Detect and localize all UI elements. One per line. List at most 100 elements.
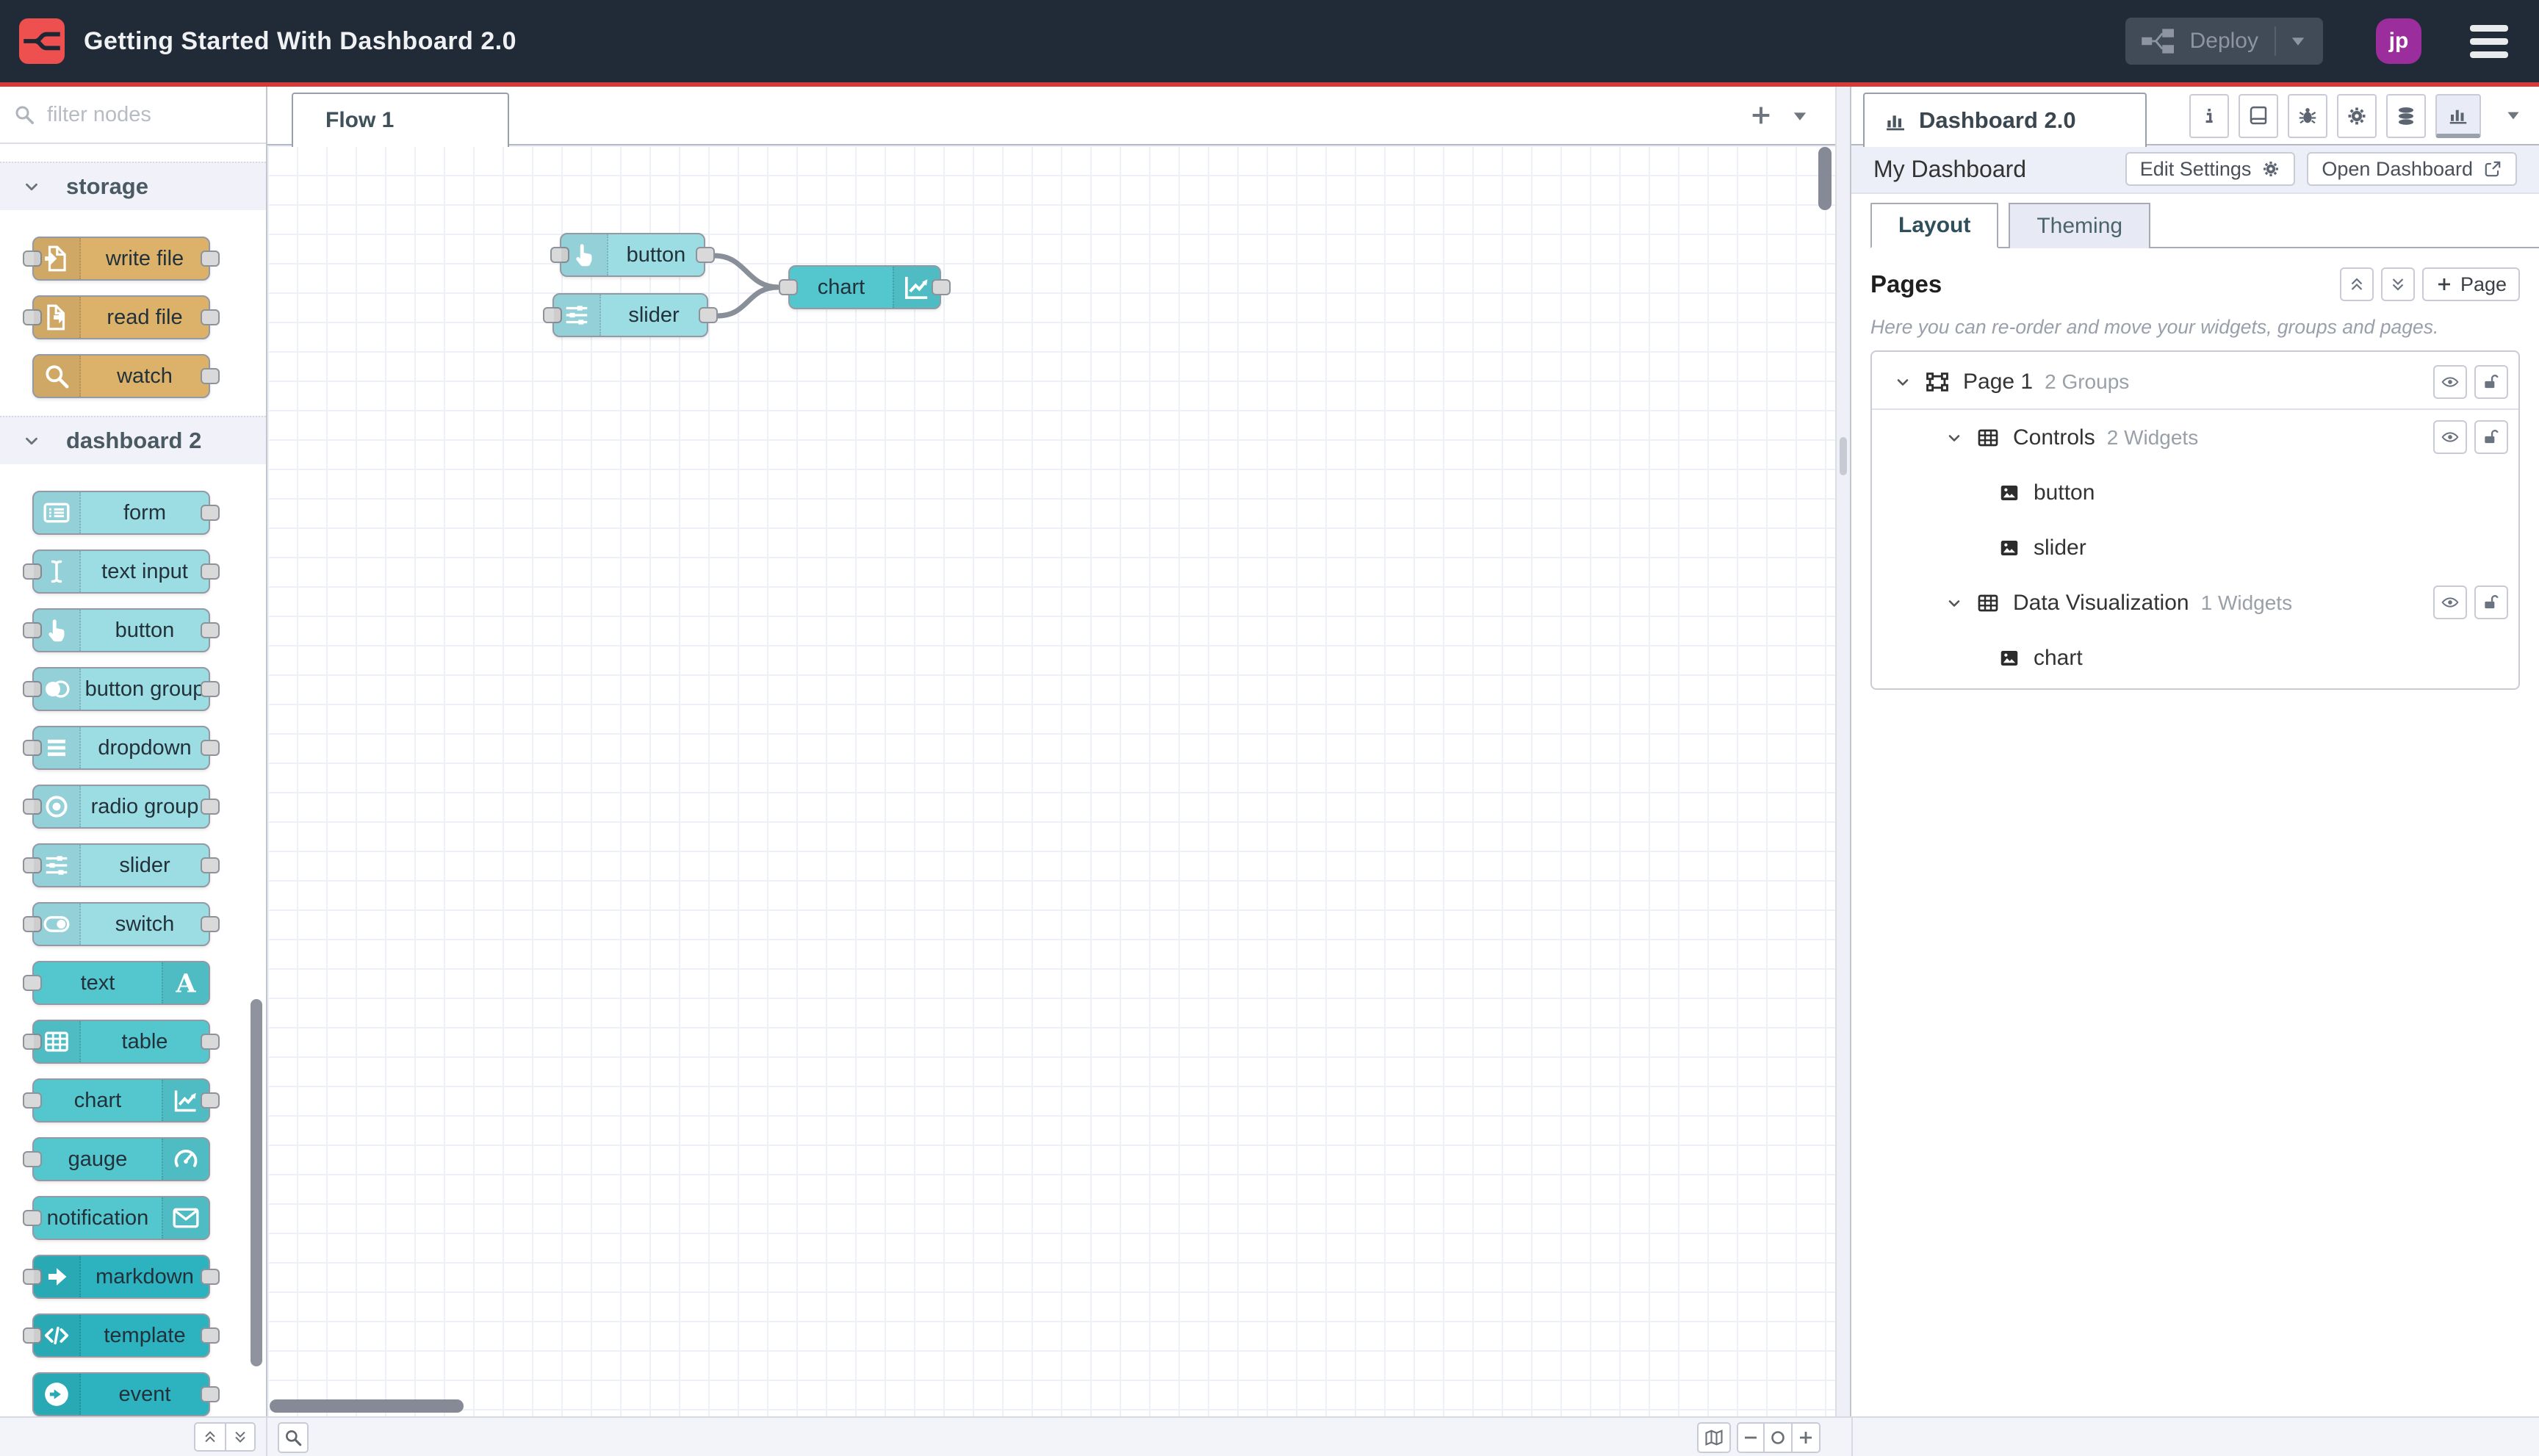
widget-image-icon xyxy=(1998,647,2020,669)
flow-node-chart[interactable]: chart xyxy=(779,265,951,309)
tab-theming[interactable]: Theming xyxy=(2009,203,2151,248)
node-output-port[interactable] xyxy=(201,799,220,815)
add-flow-button[interactable] xyxy=(1749,103,1773,128)
canvas-vertical-scrollbar-thumb[interactable] xyxy=(1818,147,1832,210)
sidebar-splitter[interactable] xyxy=(1835,87,1851,1416)
palette-node-button[interactable]: button xyxy=(23,608,220,652)
palette-node-text[interactable]: text xyxy=(23,961,210,1005)
chevron-down-icon[interactable] xyxy=(1894,373,1912,391)
search-icon xyxy=(284,1428,303,1447)
wire-slider-to-chart[interactable] xyxy=(714,284,782,319)
zoom-in-button[interactable] xyxy=(1793,1422,1820,1453)
user-avatar[interactable]: jp xyxy=(2376,18,2421,64)
node-output-port[interactable] xyxy=(201,563,220,580)
node-output-port[interactable] xyxy=(201,916,220,932)
flow-node-button[interactable]: button xyxy=(550,233,715,277)
tree-row-page-1[interactable]: Page 1 2 Groups xyxy=(1872,355,2518,410)
splitter-drag-handle[interactable] xyxy=(1840,437,1847,475)
palette-node-event[interactable]: event xyxy=(32,1372,220,1416)
node-output-port[interactable] xyxy=(932,279,951,295)
navigator-button[interactable] xyxy=(1697,1422,1731,1453)
palette-node-chart[interactable]: chart xyxy=(23,1078,220,1122)
palette-node-slider[interactable]: slider xyxy=(23,843,220,887)
palette-node-markdown[interactable]: markdown xyxy=(23,1255,220,1299)
lock-button[interactable] xyxy=(2474,585,2508,619)
flow-list-caret-icon[interactable] xyxy=(1790,106,1810,126)
node-output-port[interactable] xyxy=(201,1092,220,1109)
node-output-port[interactable] xyxy=(201,505,220,521)
chevron-down-icon[interactable] xyxy=(1945,594,1963,612)
tree-row-widget-chart[interactable]: chart xyxy=(1872,630,2518,685)
palette-scrollbar-thumb[interactable] xyxy=(251,999,262,1366)
palette-node-gauge[interactable]: gauge xyxy=(23,1137,210,1181)
node-output-port[interactable] xyxy=(201,681,220,697)
sidebar-tab-debug-button[interactable] xyxy=(2288,94,2327,138)
lock-button[interactable] xyxy=(2474,420,2508,454)
flow-node-slider[interactable]: slider xyxy=(543,293,718,337)
node-output-port[interactable] xyxy=(201,1034,220,1050)
tree-row-widget-button[interactable]: button xyxy=(1872,465,2518,520)
edit-settings-button[interactable]: Edit Settings xyxy=(2125,152,2296,186)
zoom-out-button[interactable] xyxy=(1737,1422,1765,1453)
zoom-reset-button[interactable] xyxy=(1765,1422,1793,1453)
palette-node-radio-group[interactable]: radio group xyxy=(23,785,220,829)
minus-icon xyxy=(1742,1429,1760,1446)
palette-node-template[interactable]: template xyxy=(23,1313,220,1358)
palette-expand-all-button[interactable] xyxy=(225,1422,256,1452)
arrow-right-icon xyxy=(34,1256,81,1297)
filter-nodes-input[interactable] xyxy=(46,101,253,128)
palette-node-write-file[interactable]: write file xyxy=(23,237,220,281)
palette-node-notification[interactable]: notification xyxy=(23,1196,210,1240)
tree-row-controls[interactable]: Controls 2 Widgets xyxy=(1872,410,2518,465)
palette-node-switch[interactable]: switch xyxy=(23,902,220,946)
expand-all-button[interactable] xyxy=(2380,267,2415,301)
sidebar-tab-dashboard-button[interactable] xyxy=(2435,94,2481,138)
deploy-button[interactable]: Deploy xyxy=(2125,18,2323,65)
node-output-port[interactable] xyxy=(696,247,715,263)
collapse-all-button[interactable] xyxy=(2339,267,2374,301)
wire-button-to-chart[interactable] xyxy=(711,253,782,290)
sidebar-tab-info-button[interactable] xyxy=(2189,94,2229,138)
node-output-port[interactable] xyxy=(201,622,220,638)
visibility-button[interactable] xyxy=(2433,585,2467,619)
palette-node-text-input[interactable]: text input xyxy=(23,549,220,594)
node-output-port[interactable] xyxy=(201,1269,220,1285)
palette-category-storage[interactable]: storage xyxy=(0,162,266,210)
sidebar-tab-context-button[interactable] xyxy=(2386,94,2426,138)
visibility-button[interactable] xyxy=(2433,365,2467,399)
tab-flow-1[interactable]: Flow 1 xyxy=(292,93,509,147)
tree-row-data-visualization[interactable]: Data Visualization 1 Widgets xyxy=(1872,575,2518,630)
palette-node-dropdown[interactable]: dropdown xyxy=(23,726,220,770)
palette-node-button-group[interactable]: button group xyxy=(23,667,220,711)
palette-category-dashboard-2[interactable]: dashboard 2 xyxy=(0,416,266,464)
open-dashboard-button[interactable]: Open Dashboard xyxy=(2307,152,2517,186)
palette-node-form[interactable]: form xyxy=(32,491,220,535)
node-output-port[interactable] xyxy=(201,368,220,384)
sidebar-tabs-caret-icon[interactable] xyxy=(2504,106,2523,125)
palette-collapse-all-button[interactable] xyxy=(194,1422,225,1452)
tab-layout[interactable]: Layout xyxy=(1870,203,1999,248)
node-output-port[interactable] xyxy=(699,307,718,323)
node-output-port[interactable] xyxy=(201,251,220,267)
node-output-port[interactable] xyxy=(201,309,220,325)
add-page-button[interactable]: Page xyxy=(2421,267,2520,301)
node-output-port[interactable] xyxy=(201,857,220,873)
lock-button[interactable] xyxy=(2474,365,2508,399)
canvas-horizontal-scrollbar-thumb[interactable] xyxy=(270,1399,464,1413)
flow-canvas[interactable]: button slider chart xyxy=(267,145,1835,1416)
main-menu-button[interactable] xyxy=(2470,24,2508,58)
tab-dashboard-2[interactable]: Dashboard 2.0 xyxy=(1863,93,2147,147)
palette-node-read-file[interactable]: read file xyxy=(23,295,220,339)
palette-node-table[interactable]: table xyxy=(23,1020,220,1064)
search-flows-button[interactable] xyxy=(278,1422,309,1453)
sidebar-tab-help-button[interactable] xyxy=(2239,94,2278,138)
tree-row-widget-slider[interactable]: slider xyxy=(1872,520,2518,575)
sidebar-tab-config-button[interactable] xyxy=(2337,94,2377,138)
chevron-down-icon[interactable] xyxy=(1945,429,1963,447)
visibility-button[interactable] xyxy=(2433,420,2467,454)
node-output-port[interactable] xyxy=(201,1386,220,1402)
deploy-options-caret-icon[interactable] xyxy=(2288,31,2308,51)
palette-node-watch[interactable]: watch xyxy=(32,354,220,398)
node-output-port[interactable] xyxy=(201,1327,220,1344)
node-output-port[interactable] xyxy=(201,740,220,756)
